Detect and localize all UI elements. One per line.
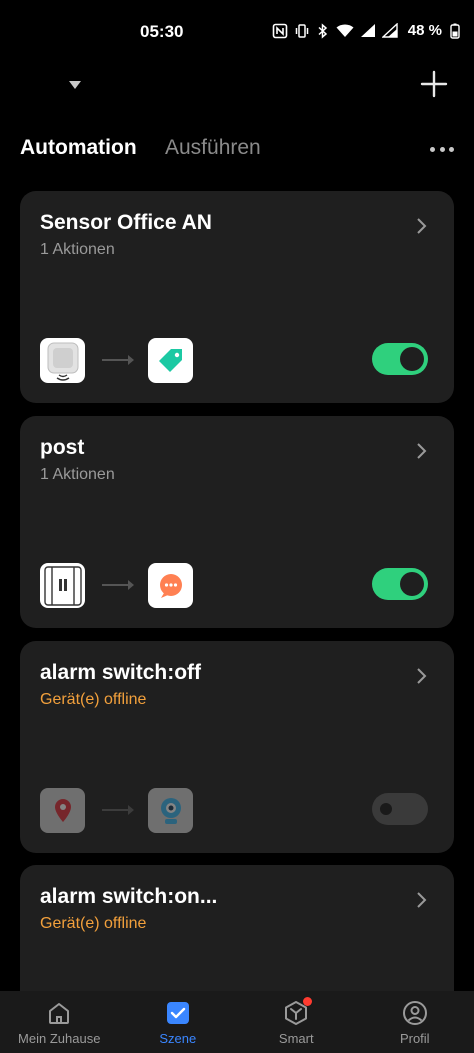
automation-card[interactable]: alarm switch:off Gerät(e) offline: [20, 641, 454, 853]
flow-arrow-icon: [102, 805, 134, 815]
battery-icon: [450, 23, 460, 39]
smart-icon: [283, 997, 313, 1026]
tag-icon: [148, 338, 193, 383]
scene-icon: [166, 1002, 189, 1024]
automation-toggle[interactable]: [372, 343, 428, 375]
wifi-icon: [336, 24, 354, 37]
automation-subtitle: 1 Aktionen: [40, 466, 115, 483]
tab-automation[interactable]: Automation: [20, 136, 137, 160]
nav-item-szene[interactable]: Szene: [119, 991, 238, 1053]
automation-title: Sensor Office AN: [40, 211, 212, 234]
offline-status: Gerät(e) offline: [40, 915, 147, 932]
automation-title: alarm switch:off: [40, 661, 202, 684]
notification-badge: [303, 997, 313, 1006]
nfc-icon: [272, 23, 288, 38]
vibrate-icon: [295, 23, 309, 38]
automation-title: alarm switch:on...: [40, 885, 218, 908]
dot-icon: [449, 146, 454, 152]
flow-arrow-icon: [102, 355, 134, 365]
automation-toggle[interactable]: [372, 568, 428, 600]
chevron-right-icon: [417, 668, 427, 684]
status-icons: 48 %: [272, 22, 460, 39]
message-icon: [148, 563, 193, 608]
nav-label: Profil: [399, 1031, 430, 1046]
motion-sensor-icon: [40, 338, 85, 383]
automation-title: post: [40, 436, 85, 459]
nav-item-mein-zuhause[interactable]: Mein Zuhause: [0, 991, 119, 1053]
nav-label: Szene: [159, 1031, 197, 1046]
home-selector-dropdown[interactable]: [68, 80, 82, 90]
nav-item-profil[interactable]: Profil: [356, 991, 474, 1053]
nav-label: Smart: [278, 1031, 314, 1046]
chevron-right-icon: [417, 892, 427, 908]
signal-icon: [360, 24, 375, 37]
location-pin-icon: [40, 788, 85, 833]
dot-icon: [430, 146, 435, 152]
chevron-right-icon: [417, 218, 427, 234]
signal-icon-secondary: [381, 23, 398, 38]
battery-percentage: 48 %: [407, 22, 442, 39]
camera-icon: [148, 788, 193, 833]
automation-card[interactable]: Sensor Office AN 1 Aktionen: [20, 191, 454, 403]
bluetooth-icon: [318, 22, 327, 39]
add-automation-button[interactable]: [420, 70, 448, 98]
chevron-right-icon: [417, 443, 427, 459]
profile-icon: [402, 1001, 427, 1025]
tab-ausfuehren[interactable]: Ausführen: [165, 136, 261, 160]
home-icon: [49, 1003, 70, 1024]
more-options-button[interactable]: [430, 144, 454, 154]
offline-status: Gerät(e) offline: [40, 691, 147, 708]
door-sensor-icon: [40, 563, 85, 608]
dot-icon: [439, 146, 445, 152]
tab-row: Automation Ausführen: [20, 136, 454, 166]
nav-label: Mein Zuhause: [18, 1031, 101, 1046]
automation-toggle[interactable]: [372, 793, 428, 825]
status-bar: 05:30 48 %: [0, 0, 474, 64]
bottom-navigation: Mein Zuhause Szene Smart Profil: [0, 991, 474, 1053]
nav-item-smart[interactable]: Smart: [237, 991, 356, 1053]
flow-arrow-icon: [102, 580, 134, 590]
status-time: 05:30: [140, 22, 184, 41]
automation-card[interactable]: post 1 Aktionen: [20, 416, 454, 628]
automation-subtitle: 1 Aktionen: [40, 241, 115, 258]
